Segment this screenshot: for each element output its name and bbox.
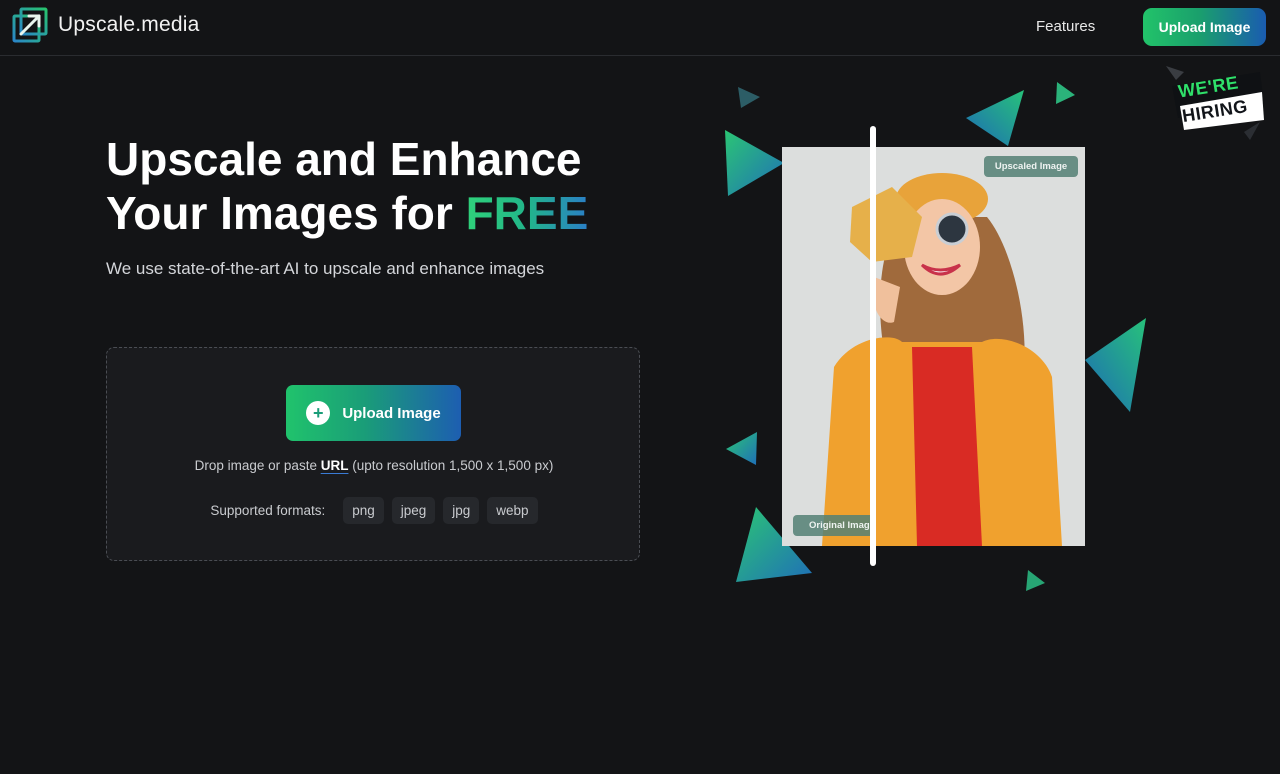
triangle-shape (725, 130, 784, 196)
decorative-triangles (725, 82, 1146, 591)
original-image-badge: Original Image (793, 515, 873, 536)
triangle-shape (738, 87, 760, 108)
triangle-shape (1085, 318, 1146, 412)
triangle-shape (1056, 82, 1075, 104)
triangle-shape (966, 90, 1024, 146)
triangle-shape (726, 432, 757, 465)
woman-photo-illustration (782, 147, 1085, 546)
before-after-photo (782, 147, 1085, 546)
upscaled-image-badge: Upscaled Image (984, 156, 1078, 177)
comparison-slider-handle[interactable] (870, 126, 876, 566)
triangle-shape (1026, 570, 1045, 591)
